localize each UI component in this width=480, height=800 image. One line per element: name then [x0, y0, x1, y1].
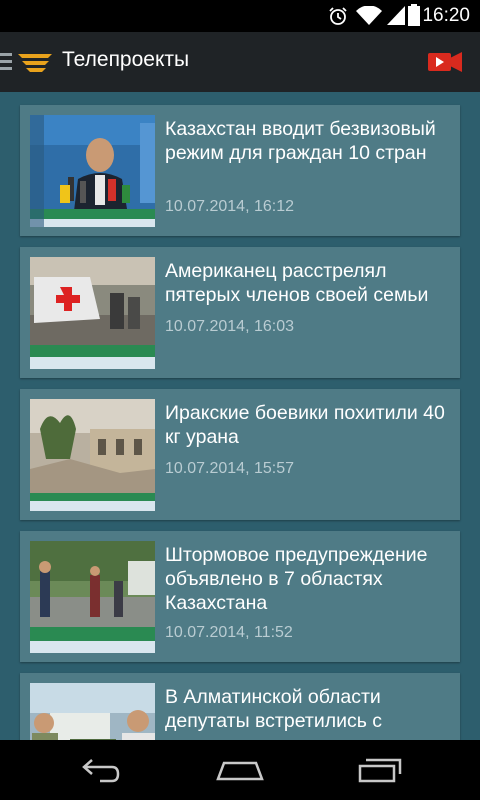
news-thumbnail [30, 683, 155, 740]
news-item[interactable]: Иракские боевики похитили 40 кг урана 10… [20, 389, 460, 520]
news-item[interactable]: Казахстан вводит безвизовый режим для гр… [20, 105, 460, 236]
news-thumbnail [30, 541, 155, 653]
news-title: Казахстан вводит безвизовый режим для гр… [165, 118, 436, 164]
navigation-bar [0, 740, 480, 800]
home-icon[interactable] [200, 748, 280, 792]
news-title: Штормовое предупреждение объявлено в 7 о… [165, 544, 428, 614]
back-icon[interactable] [60, 748, 140, 792]
news-item[interactable]: Штормовое предупреждение объявлено в 7 о… [20, 531, 460, 662]
news-date: 10.07.2014, 16:03 [165, 318, 295, 335]
wifi-icon [356, 5, 382, 31]
alarm-icon [328, 6, 348, 31]
recent-apps-icon[interactable] [340, 748, 420, 792]
news-thumbnail [30, 257, 155, 369]
status-time: 16:20 [422, 5, 470, 26]
news-date: 10.07.2014, 16:12 [165, 198, 295, 215]
news-thumbnail [30, 115, 155, 227]
news-title: В Алматинской области депутаты встретили… [165, 686, 383, 732]
action-bar: Телепроекты [0, 32, 480, 92]
page-title: Телепроекты [62, 48, 190, 71]
news-item[interactable]: Американец расстрелял пятерых членов сво… [20, 247, 460, 378]
signal-icon [387, 6, 405, 31]
news-title: Иракские боевики похитили 40 кг урана [165, 402, 445, 448]
battery-icon [408, 4, 420, 31]
news-title: Американец расстрелял пятерых членов сво… [165, 260, 429, 306]
video-camera-icon[interactable] [428, 51, 462, 78]
news-date: 10.07.2014, 15:57 [165, 460, 295, 477]
drawer-menu-icon[interactable] [0, 50, 12, 79]
wings-logo[interactable] [16, 50, 54, 79]
news-thumbnail [30, 399, 155, 511]
news-list: Казахстан вводит безвизовый режим для гр… [0, 92, 480, 740]
news-date: 10.07.2014, 11:52 [165, 624, 293, 641]
news-item[interactable]: В Алматинской области депутаты встретили… [20, 673, 460, 740]
status-bar: 16:20 [0, 0, 480, 32]
